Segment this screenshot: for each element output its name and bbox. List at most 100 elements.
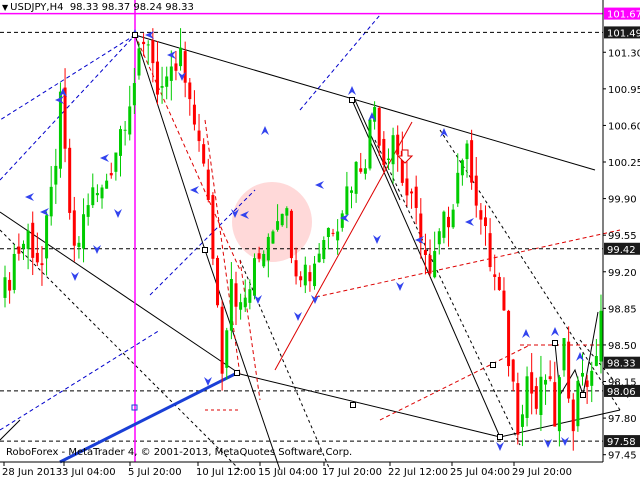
- candle-body: [585, 380, 589, 387]
- candle-body: [128, 106, 132, 135]
- candle-body: [386, 158, 390, 160]
- candle-body: [465, 143, 469, 160]
- candle-body: [299, 276, 303, 281]
- candle-body: [119, 129, 122, 156]
- candle-body: [336, 231, 340, 241]
- candle-body: [502, 290, 506, 311]
- time-tick-label: 10 Jul 12:00: [196, 467, 256, 478]
- price-tick-label: 97.45: [608, 451, 637, 462]
- candle-body: [460, 160, 464, 176]
- candle-body: [132, 83, 136, 106]
- candle-body: [225, 330, 229, 368]
- copyright-label: RoboForex - MetaTrader 4, © 2001-2013, M…: [6, 447, 353, 458]
- candle-body: [100, 187, 104, 199]
- candle-body: [377, 107, 381, 146]
- candle-body: [539, 376, 543, 416]
- candle-body: [72, 210, 76, 246]
- price-tag-label: 101.49: [607, 28, 640, 39]
- candle-body: [423, 250, 427, 255]
- candle-body: [211, 195, 215, 259]
- candle-body: [410, 191, 414, 194]
- ohlc-readout: 98.33 98.37 98.24 98.33: [69, 2, 194, 13]
- candle-body: [280, 213, 284, 226]
- price-tick-label: 99.55: [608, 231, 637, 242]
- candle-body: [479, 210, 483, 220]
- candle-body: [105, 180, 109, 189]
- time-tick-label: 3 Jul 04:00: [62, 467, 116, 478]
- time-tick-label: 28 Jun 2013: [2, 467, 62, 478]
- candle-body: [40, 263, 44, 266]
- candle-body: [271, 231, 275, 244]
- candle-body: [326, 227, 330, 237]
- price-tag-label: 97.58: [607, 437, 636, 448]
- anchor-square: [350, 402, 356, 408]
- candle-body: [507, 310, 511, 367]
- candle-body: [252, 258, 256, 296]
- candle-body: [234, 283, 238, 307]
- price-tick-label: 99.20: [608, 268, 637, 279]
- candle-body: [68, 147, 72, 213]
- candle-body: [239, 302, 243, 310]
- candle-body: [109, 173, 113, 176]
- candle-body: [581, 372, 584, 377]
- candle-body: [437, 231, 441, 245]
- price-tick-label: 97.80: [608, 414, 637, 425]
- candle-body: [192, 104, 196, 125]
- candle-body: [594, 355, 598, 366]
- candle-body: [576, 380, 580, 427]
- candle-body: [451, 209, 455, 228]
- price-tick-label: 98.50: [608, 341, 637, 352]
- candle-body: [313, 263, 317, 287]
- candle-body: [488, 233, 492, 268]
- collapse-triangle-icon[interactable]: ▼: [2, 3, 8, 12]
- candle-body: [557, 377, 561, 432]
- candle-body: [35, 252, 39, 263]
- candle-body: [160, 86, 164, 88]
- candle-body: [363, 168, 367, 174]
- candle-body: [456, 172, 460, 204]
- candle-body: [142, 41, 146, 45]
- candle-body: [308, 272, 312, 282]
- candle-body: [433, 251, 437, 278]
- candle-body: [179, 47, 183, 67]
- candle-body: [289, 210, 293, 259]
- candle-body: [340, 213, 344, 228]
- time-tick-label: 5 Jul 20:00: [128, 467, 182, 478]
- candle-body: [229, 279, 233, 331]
- price-tick-label: 100.95: [608, 85, 640, 96]
- candle-body: [474, 175, 478, 206]
- anchor-square: [234, 370, 240, 376]
- candle-body: [548, 376, 552, 380]
- anchor-square: [497, 434, 503, 440]
- price-tag-label: 98.06: [607, 387, 636, 398]
- anchor-square: [202, 247, 208, 253]
- candle-body: [567, 341, 571, 399]
- candle-body: [248, 289, 252, 303]
- price-chart[interactable]: 101.30 100.95 100.60 100.25 99.90 99.55 99.20 9…: [0, 0, 640, 480]
- candle-body: [77, 242, 81, 247]
- candle-body: [183, 51, 187, 83]
- candle-body: [165, 76, 169, 87]
- candle-body: [216, 257, 220, 306]
- time-tick-label: 29 Jul 20:00: [512, 467, 572, 478]
- candle-body: [534, 386, 538, 409]
- anchor-square: [132, 32, 138, 38]
- candle-body: [174, 63, 178, 71]
- candle-body: [95, 193, 99, 196]
- candle-body: [262, 253, 266, 267]
- time-tick-label: 15 Jul 04:00: [258, 467, 318, 478]
- candle-body: [520, 414, 524, 427]
- candle-body: [368, 119, 372, 169]
- anchor-square: [490, 362, 496, 368]
- candle-body: [590, 370, 594, 386]
- candle-body: [285, 208, 289, 216]
- chart-background: [0, 0, 640, 480]
- price-tick-label: 101.30: [608, 48, 640, 59]
- anchor-square: [552, 340, 558, 346]
- candle-body: [26, 230, 30, 249]
- candle-body: [114, 152, 118, 172]
- candle-body: [562, 338, 566, 371]
- chart-header: ▼ USDJPY,H4 98.33 98.37 98.24 98.33: [2, 2, 194, 13]
- candle-body: [243, 297, 247, 308]
- candle-body: [86, 205, 90, 217]
